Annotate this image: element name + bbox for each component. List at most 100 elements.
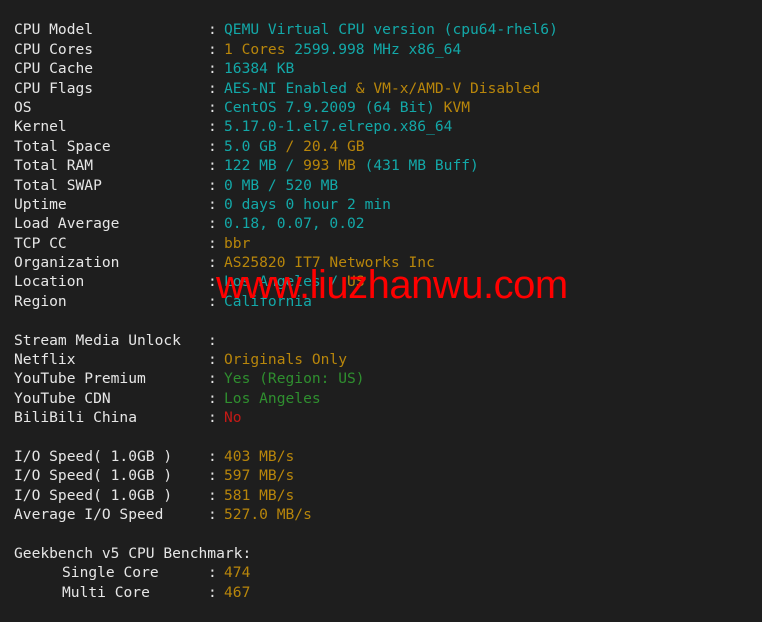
separator-after-system: ----------------------------------------… <box>0 311 762 330</box>
row-value: 0 MB / 520 MB <box>224 177 338 194</box>
info-row: Total SWAP:0 MB / 520 MB <box>0 176 762 195</box>
value-segment: No <box>224 409 242 427</box>
row-colon: : <box>208 60 217 78</box>
row-value: Yes (Region: US) <box>224 370 365 387</box>
separator-after-io: ----------------------------------------… <box>0 525 762 544</box>
geekbench-section: Geekbench v5 CPU Benchmark: Single Core:4… <box>0 544 762 602</box>
row-label: Location <box>14 273 85 291</box>
row-value: CentOS 7.9.2009 (64 Bit) KVM <box>224 99 470 116</box>
section-title-row: Geekbench v5 CPU Benchmark: <box>0 544 762 563</box>
row-colon: : <box>208 40 217 58</box>
value-segment: AS25820 IT7 Networks Inc <box>224 254 435 272</box>
value-segment: 0.18, 0.07, 0.02 <box>224 215 365 233</box>
row-label: Single Core <box>62 564 159 582</box>
value-segment: 527.0 MB/s <box>224 506 312 524</box>
value-segment: 1 Cores <box>224 40 295 58</box>
value-segment: / 20.4 GB <box>285 137 365 155</box>
row-label: Uptime <box>14 195 67 213</box>
value-segment: 597 MB/s <box>224 467 295 485</box>
value-segment: QEMU Virtual CPU version (cpu64-rhel6) <box>224 21 558 39</box>
row-label: Netflix <box>14 351 76 369</box>
row-colon: : <box>208 370 217 388</box>
info-row: OS: CentOS 7.9.2009 (64 Bit) KVM <box>0 98 762 117</box>
value-segment: 581 MB/s <box>224 486 295 504</box>
row-value: 0 days 0 hour 2 min <box>224 196 391 213</box>
row-label: BiliBili China <box>14 409 138 427</box>
value-segment: 2599.998 MHz x86_64 <box>294 40 462 58</box>
value-segment: Originals Only <box>224 351 348 369</box>
row-value: 527.0 MB/s <box>224 506 312 523</box>
info-row: Total Space:5.0 GB / 20.4 GB <box>0 137 762 156</box>
row-label: Region <box>14 292 67 310</box>
row-value: 403 MB/s <box>224 448 294 465</box>
separator-bottom: ----------------------------------------… <box>0 602 762 621</box>
row-colon: : <box>208 215 217 233</box>
row-label: YouTube Premium <box>14 370 146 388</box>
info-row: I/O Speed( 1.0GB ):581 MB/s <box>0 486 762 505</box>
row-colon: : <box>208 506 217 524</box>
row-colon: : <box>208 273 217 291</box>
section-title: Geekbench v5 CPU Benchmark: <box>14 544 252 562</box>
info-row: Single Core:474 <box>0 563 762 582</box>
row-label: CPU Cores <box>14 40 94 58</box>
value-segment: California <box>224 292 312 310</box>
value-segment: 5.0 GB <box>224 137 286 155</box>
row-label: I/O Speed( 1.0GB ) <box>14 447 173 465</box>
info-row: TCP CC: bbr <box>0 234 762 253</box>
value-segment: 467 <box>224 583 251 601</box>
row-colon: : <box>208 351 217 369</box>
value-segment: Los Angeles / <box>224 273 348 291</box>
value-segment: CentOS 7.9.2009 (64 Bit) <box>224 98 444 116</box>
row-value: 467 <box>224 584 250 601</box>
row-value: bbr <box>224 235 250 252</box>
row-colon: : <box>208 389 217 407</box>
row-value: 5.0 GB / 20.4 GB <box>224 138 365 155</box>
row-value: Los Angeles / US <box>224 273 365 290</box>
row-label: Total Space <box>14 137 111 155</box>
row-value: 597 MB/s <box>224 467 294 484</box>
row-colon: : <box>208 486 217 504</box>
row-colon: : <box>208 118 217 136</box>
row-colon: : <box>208 583 217 601</box>
value-segment: 0 days 0 hour 2 min <box>224 195 391 213</box>
row-value: QEMU Virtual CPU version (cpu64-rhel6) <box>224 21 558 38</box>
row-value: Los Angeles <box>224 390 321 407</box>
row-value: 474 <box>224 564 250 581</box>
row-value: 5.17.0-1.el7.elrepo.x86_64 <box>224 118 452 135</box>
info-row: Multi Core:467 <box>0 583 762 602</box>
row-colon: : <box>208 447 217 465</box>
value-segment: 993 MB <box>303 157 365 175</box>
row-value: 1 Cores 2599.998 MHz x86_64 <box>224 41 461 58</box>
row-colon: : <box>208 254 217 272</box>
info-row: BiliBili China: No <box>0 408 762 427</box>
row-value: 16384 KB <box>224 60 294 77</box>
row-value: AES-NI Enabled & VM-x/AMD-V Disabled <box>224 80 540 97</box>
value-segment: KVM <box>443 98 471 116</box>
value-segment: 0 MB / 520 MB <box>224 176 339 194</box>
value-segment: US <box>347 273 365 291</box>
value-segment: 5.17.0-1.el7.elrepo.x86_64 <box>224 118 453 136</box>
terminal-output: ----------------------------------------… <box>0 0 762 622</box>
value-segment: bbr <box>224 234 251 252</box>
row-value: 581 MB/s <box>224 487 294 504</box>
info-row: CPU Cores:1 Cores 2599.998 MHz x86_64 <box>0 40 762 59</box>
value-segment: AES-NI Enabled <box>224 79 356 97</box>
row-colon: : <box>208 137 217 155</box>
row-label: I/O Speed( 1.0GB ) <box>14 486 173 504</box>
info-row: Uptime:0 days 0 hour 2 min <box>0 195 762 214</box>
value-segment: Los Angeles <box>224 389 321 407</box>
row-colon: : <box>208 79 217 97</box>
row-label: Kernel <box>14 118 67 136</box>
io-speed-section: I/O Speed( 1.0GB ):403 MB/s I/O Speed( 1.… <box>0 447 762 525</box>
row-label: Total RAM <box>14 157 94 175</box>
separator-after-stream: ----------------------------------------… <box>0 428 762 447</box>
info-row: CPU Model: QEMU Virtual CPU version (cpu6… <box>0 20 762 39</box>
row-label: CPU Flags <box>14 79 94 97</box>
value-segment: & VM-x/AMD-V Disabled <box>355 79 541 97</box>
row-label: Total SWAP <box>14 176 102 194</box>
info-row: YouTube Premium: Yes (Region: US) <box>0 369 762 388</box>
info-row: CPU Cache:16384 KB <box>0 59 762 78</box>
row-value: California <box>224 293 312 310</box>
row-colon: : <box>208 157 217 175</box>
row-label: CPU Cache <box>14 60 94 78</box>
